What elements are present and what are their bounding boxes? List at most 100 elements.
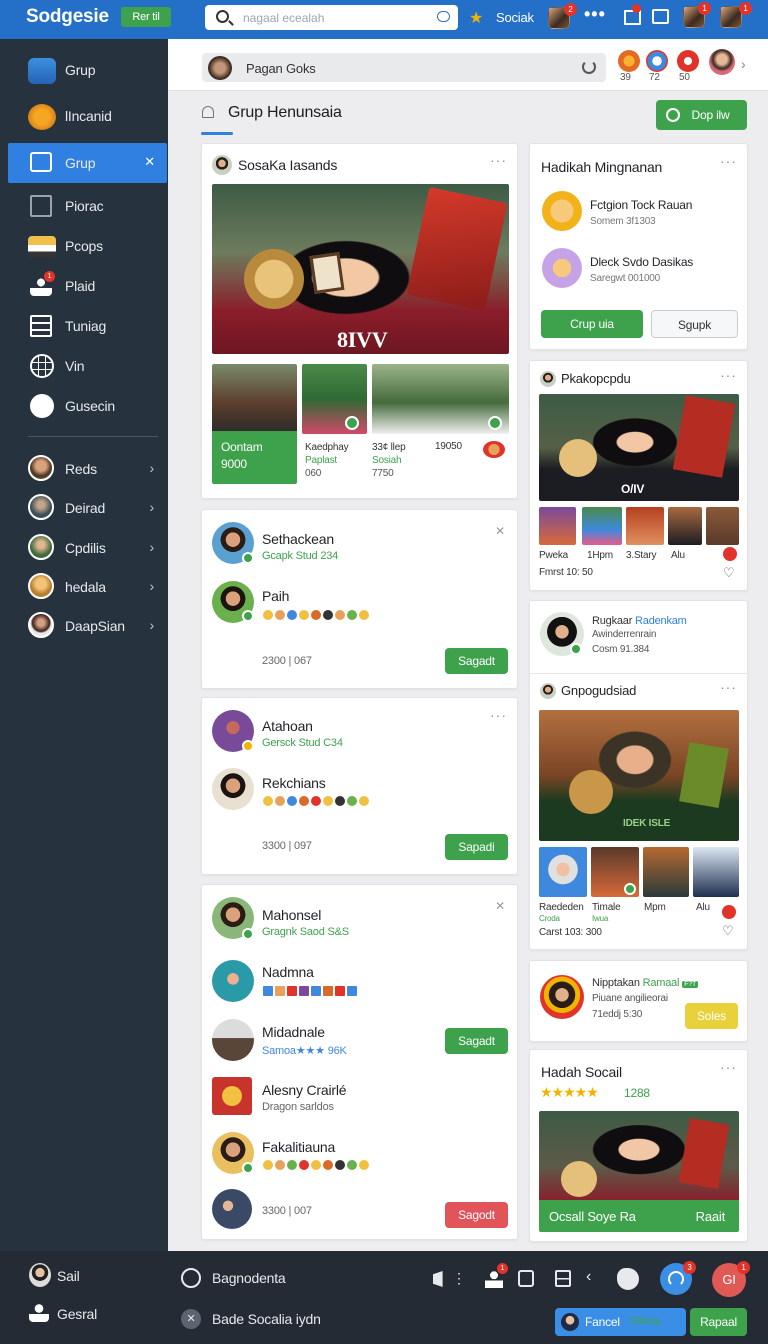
- thumb-photo[interactable]: [582, 507, 622, 545]
- suggestion-title[interactable]: Fctgion Tock Rauan: [590, 198, 692, 212]
- video-icon[interactable]: [518, 1270, 534, 1287]
- thumb-photo[interactable]: [539, 507, 576, 545]
- close-icon[interactable]: ✕: [495, 899, 505, 913]
- join-button[interactable]: Dop ilw: [656, 100, 747, 130]
- member-name[interactable]: Nipptakan: [592, 977, 640, 989]
- close-icon[interactable]: ✕: [181, 1309, 201, 1329]
- sidebar-group-deirad[interactable]: Deirad ›: [0, 488, 168, 528]
- post-author[interactable]: Gnpogudsiad: [561, 683, 636, 698]
- stat-tile[interactable]: Oontam 9000: [212, 431, 297, 484]
- sidebar-group-daapsian[interactable]: DaapSian ›: [0, 606, 168, 646]
- heart-icon[interactable]: ♡: [723, 565, 735, 581]
- chat-icon[interactable]: [181, 1268, 201, 1288]
- bottom-item-label[interactable]: Bagnodenta: [212, 1270, 286, 1286]
- member-avatar[interactable]: [212, 768, 254, 810]
- member-name[interactable]: Alesny Crairlé: [262, 1082, 347, 1098]
- chat-bubble-icon[interactable]: [437, 11, 450, 22]
- brand-badge[interactable]: Rer til: [121, 7, 171, 27]
- suggestion-title[interactable]: Dleck Svdo Dasikas: [590, 255, 693, 269]
- brand-logo[interactable]: Sodgesie: [26, 6, 109, 28]
- sidebar-item-grup[interactable]: Grup: [0, 50, 168, 90]
- thumb-photo[interactable]: [626, 507, 664, 545]
- member-avatar[interactable]: [540, 975, 584, 1019]
- fire-icon[interactable]: [618, 50, 640, 72]
- search-input[interactable]: [243, 9, 423, 26]
- puzzle-icon[interactable]: [617, 1268, 639, 1290]
- group-banner[interactable]: Ocsall Soye Ra Raait: [539, 1200, 739, 1232]
- chevron-right-icon[interactable]: ›: [741, 56, 746, 72]
- car-icon[interactable]: [677, 50, 699, 72]
- member-name[interactable]: Rugkaar: [592, 615, 632, 627]
- share-button[interactable]: Rapaal: [690, 1308, 747, 1336]
- author-avatar[interactable]: [540, 683, 556, 699]
- thumb-photo[interactable]: [539, 847, 587, 897]
- member-name[interactable]: Nadmna: [262, 964, 314, 980]
- group-photo[interactable]: [539, 1111, 739, 1203]
- post-photo[interactable]: O/IV: [539, 394, 739, 501]
- sidebar-group-cpdilis[interactable]: Cpdilis ›: [0, 528, 168, 568]
- heart-icon[interactable]: ♡: [722, 923, 734, 939]
- target-icon[interactable]: [646, 50, 668, 72]
- bottom-item-label[interactable]: Bade Socalia iydn: [212, 1311, 321, 1327]
- sales-button[interactable]: Soles: [685, 1003, 738, 1029]
- member-avatar[interactable]: [212, 960, 254, 1002]
- suggestion-avatar[interactable]: [542, 248, 582, 288]
- more-icon[interactable]: ···: [490, 707, 507, 723]
- close-icon[interactable]: ✕: [495, 524, 505, 538]
- member-name[interactable]: Sethackean: [262, 531, 334, 547]
- star-icon[interactable]: ★: [469, 8, 483, 28]
- member-name[interactable]: Midadnale: [262, 1024, 325, 1040]
- more-icon[interactable]: ···: [490, 152, 507, 168]
- member-name[interactable]: Atahoan: [262, 718, 313, 734]
- sidebar-item-incanid[interactable]: lIncanid: [0, 96, 168, 136]
- bottom-item-label[interactable]: Sail: [57, 1268, 80, 1284]
- person-icon[interactable]: [29, 1304, 49, 1322]
- member-name[interactable]: Fakalitiauna: [262, 1139, 335, 1155]
- record-icon[interactable]: [723, 547, 737, 561]
- skip-button[interactable]: Sgupk: [651, 310, 738, 338]
- record-icon[interactable]: [722, 905, 736, 919]
- tv-icon[interactable]: [555, 1270, 571, 1287]
- post-author[interactable]: SosaKa Iasands: [238, 157, 337, 173]
- thumb-photo[interactable]: [706, 507, 739, 545]
- more-icon[interactable]: ···: [720, 679, 737, 695]
- group-search-bar[interactable]: Pagan Goks: [202, 53, 606, 82]
- join-group-button[interactable]: Crup uia: [541, 310, 643, 338]
- inbox-icon[interactable]: [652, 9, 669, 24]
- thumb-photo[interactable]: [212, 364, 297, 434]
- author-avatar[interactable]: [212, 155, 232, 175]
- member-name-accent[interactable]: Ramaal: [643, 977, 680, 989]
- sidebar-item-plaid[interactable]: 1 Plaid: [0, 266, 168, 306]
- suggestion-avatar[interactable]: [542, 191, 582, 231]
- sidebar-item-vin[interactable]: Vin: [0, 346, 168, 386]
- more-icon[interactable]: ···: [720, 153, 737, 169]
- user-avatar[interactable]: [709, 49, 735, 75]
- post-photo[interactable]: 8IVV: [212, 184, 509, 354]
- thumb-photo[interactable]: [693, 847, 739, 897]
- member-name[interactable]: Rekchians: [262, 775, 326, 791]
- brand-logo-avatar[interactable]: [212, 1077, 252, 1115]
- follow-button[interactable]: Sagadt: [445, 1028, 508, 1054]
- sidebar-item-piorac[interactable]: Piorас: [0, 186, 168, 226]
- chevron-left-icon[interactable]: ‹: [586, 1268, 591, 1286]
- post-author[interactable]: Pkakopcpdu: [561, 371, 631, 386]
- member-name[interactable]: Mahonsel: [262, 907, 321, 923]
- member-avatar[interactable]: [212, 1019, 254, 1061]
- member-avatar[interactable]: [212, 1189, 252, 1229]
- avatar-icon[interactable]: [29, 1263, 51, 1287]
- thumb-photo[interactable]: [643, 847, 689, 897]
- food-icon[interactable]: [483, 441, 505, 458]
- more-icon[interactable]: ···: [720, 367, 737, 383]
- follow-button[interactable]: Sapadi: [445, 834, 508, 860]
- sidebar-item-gusecin[interactable]: Gusecin: [0, 386, 168, 426]
- search-bar[interactable]: [205, 5, 458, 30]
- member-name-accent[interactable]: Radenkam: [635, 615, 687, 627]
- sidebar-group-hedala[interactable]: hedala ›: [0, 567, 168, 607]
- sidebar-item-tuniag[interactable]: Tuniag: [0, 306, 168, 346]
- unfollow-button[interactable]: Sagodt: [445, 1202, 508, 1228]
- banner-action[interactable]: Raait: [696, 1209, 726, 1224]
- member-name[interactable]: Paih: [262, 588, 289, 604]
- more-vertical-icon[interactable]: ⋮: [452, 1270, 466, 1287]
- more-icon[interactable]: ···: [720, 1059, 737, 1075]
- follow-button[interactable]: Sagadt: [445, 648, 508, 674]
